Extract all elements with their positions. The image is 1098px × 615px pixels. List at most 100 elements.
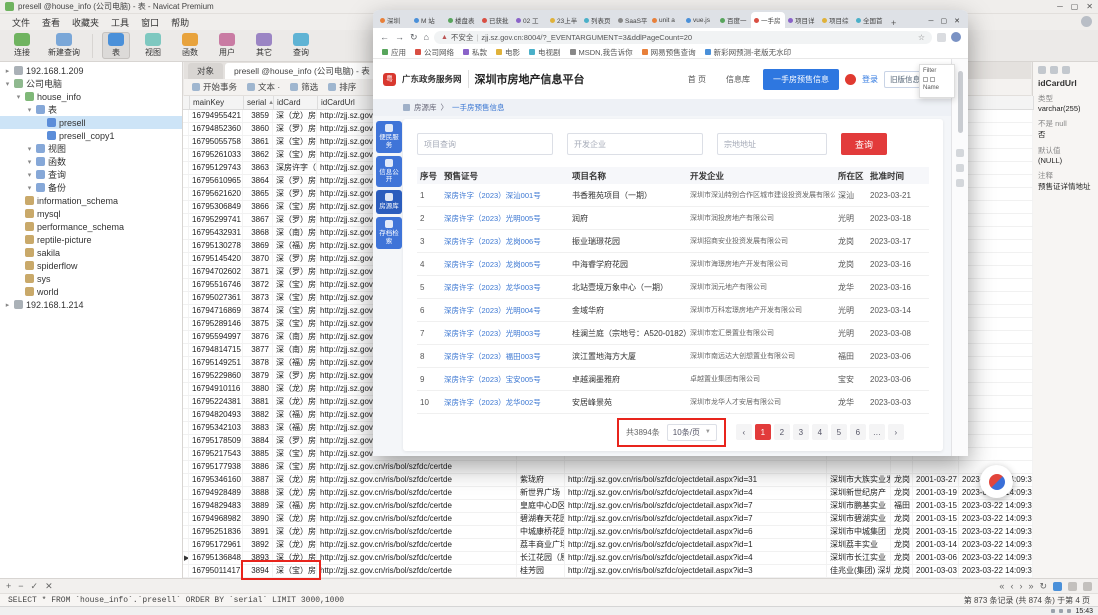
table-toolbar-btn-1[interactable]: 文本 · xyxy=(247,81,280,93)
tree-toggle-icon[interactable]: ▾ xyxy=(26,145,33,153)
menu-item-3[interactable]: 工具 xyxy=(105,15,135,30)
tree-item-8[interactable]: ▾查询 xyxy=(0,168,182,181)
page-6[interactable]: 6 xyxy=(850,424,866,440)
browser-minimize-icon[interactable]: ─ xyxy=(929,18,934,25)
page-5[interactable]: 5 xyxy=(831,424,847,440)
tree-item-9[interactable]: ▾备份 xyxy=(0,181,182,194)
url-text[interactable]: zjj.sz.gov.cn:8004/?_EVENTARGUMENT=3&ddl… xyxy=(481,33,692,42)
tree-item-6[interactable]: ▾视图 xyxy=(0,142,182,155)
permit-row[interactable]: 1深房许字（2023）深汕001号书香雅苑项目（一期）深圳市深汕特别合作区城市建… xyxy=(417,184,929,207)
service-badge-icon[interactable] xyxy=(845,74,856,85)
tree-item-18[interactable]: ▸192.168.1.214 xyxy=(0,298,182,311)
tray-icon[interactable] xyxy=(1067,609,1071,613)
search-input-2[interactable]: 宗地地址 xyxy=(717,133,827,155)
site-nav-1[interactable]: 信息库 xyxy=(719,71,757,88)
page-size-select[interactable]: 10条/页▼ xyxy=(667,424,717,441)
permit-row[interactable]: 10深房许字（2023）龙华002号安居峰景苑深圳市龙华人才安居有限公司龙华20… xyxy=(417,391,929,414)
bookmark-6[interactable]: 网易预售查询 xyxy=(642,47,696,58)
rail-icon[interactable] xyxy=(956,179,964,187)
browser-tab-11[interactable]: 一手房 xyxy=(751,12,785,28)
menu-item-0[interactable]: 文件 xyxy=(6,15,36,30)
grid-header-cell-3[interactable]: idCard xyxy=(274,96,318,109)
tree-item-10[interactable]: information_schema xyxy=(0,194,182,207)
permit-row[interactable]: 9深房许字（2023）宝安005号卓越澜墨雅府卓越置业集团有限公司宝安2023-… xyxy=(417,368,929,391)
toolbar-query[interactable]: 查询 xyxy=(287,32,315,59)
dml-icon[interactable] xyxy=(1050,66,1058,74)
table-row[interactable]: 167952518363891深（龙）房字http://zjj.sz.gov.c… xyxy=(183,526,1033,539)
bookmark-7[interactable]: 新彩网预测-老版无水印 xyxy=(705,47,792,58)
browser-tab-13[interactable]: 项目综 xyxy=(819,12,853,28)
toolbar-new-query[interactable]: 新建查询 xyxy=(45,32,83,59)
toolbar-users[interactable]: 用户 xyxy=(213,32,241,59)
browser-tab-6[interactable]: 列表页 xyxy=(581,12,615,28)
memo-view-icon[interactable] xyxy=(1083,582,1092,591)
tree-toggle-icon[interactable]: ▸ xyxy=(4,67,11,75)
browser-tab-5[interactable]: 23上半 xyxy=(547,12,581,28)
page-prev[interactable]: ‹ xyxy=(736,424,752,440)
tree-toggle-icon[interactable]: ▾ xyxy=(4,80,11,88)
permit-row[interactable]: 6深房许字（2023）光明004号金域华府深圳市万科宏璟房地产开发有限公司光明2… xyxy=(417,299,929,322)
navicat-window-controls[interactable]: ─▢✕ xyxy=(1057,2,1093,11)
site-nav-0[interactable]: 首 页 xyxy=(681,71,713,88)
table-row[interactable]: ▶167951368483893深（龙）房字http://zjj.sz.gov.… xyxy=(183,552,1033,565)
apply-record-icon[interactable]: ✓ xyxy=(31,581,39,592)
tree-item-0[interactable]: ▸192.168.1.209 xyxy=(0,64,182,77)
permit-row[interactable]: 4深房许字（2023）龙岗005号中海睿学府花园深圳市海璟房地产开发有限公司龙岗… xyxy=(417,253,929,276)
toolbar-views[interactable]: 视图 xyxy=(139,32,167,59)
windows-taskbar[interactable]: 15:43 xyxy=(0,606,1098,615)
next-record-icon[interactable]: › xyxy=(1019,581,1022,591)
browser-profile-avatar[interactable] xyxy=(951,32,961,42)
toolbar-others[interactable]: 其它 xyxy=(250,32,278,59)
page-3[interactable]: 3 xyxy=(793,424,809,440)
rail-icon[interactable] xyxy=(956,164,964,172)
tree-item-13[interactable]: reptile-picture xyxy=(0,233,182,246)
checkbox[interactable] xyxy=(930,77,935,82)
browser-tab-7[interactable]: SaaS平 xyxy=(615,12,649,28)
rail-icon[interactable] xyxy=(956,149,964,157)
form-view-icon[interactable] xyxy=(1068,582,1077,591)
close-icon[interactable]: ✕ xyxy=(1086,2,1093,11)
browser-tab-3[interactable]: 已获批 xyxy=(479,12,513,28)
bookmark-star-icon[interactable]: ☆ xyxy=(918,33,925,42)
browser-side-rail[interactable] xyxy=(951,59,968,456)
permit-row[interactable]: 7深房许字（2023）光明003号桂澜兰庭（宗地号：A520-0182）深圳市宏… xyxy=(417,322,929,345)
tree-toggle-icon[interactable]: ▾ xyxy=(26,158,33,166)
breadcrumb-root[interactable]: 房源库 xyxy=(414,102,437,113)
taskbar-clock[interactable]: 15:43 xyxy=(1075,608,1093,615)
search-input-0[interactable]: 项目查询 xyxy=(417,133,553,155)
first-record-icon[interactable]: « xyxy=(999,581,1004,591)
new-tab-button[interactable]: + xyxy=(887,18,900,28)
query-button[interactable]: 查询 xyxy=(841,133,887,155)
forward-icon[interactable]: → xyxy=(395,32,404,43)
table-row[interactable]: 167949689823890深（龙）房字http://zjj.sz.gov.c… xyxy=(183,513,1033,526)
search-input-1[interactable]: 开发企业 xyxy=(567,133,703,155)
tree-item-7[interactable]: ▾函数 xyxy=(0,155,182,168)
floating-assistant-widget[interactable] xyxy=(980,465,1013,498)
tree-item-14[interactable]: sakila xyxy=(0,246,182,259)
navicat-account-avatar[interactable] xyxy=(1081,16,1092,27)
sidebar-tile-1[interactable]: 信息公开 xyxy=(376,156,402,188)
menu-item-4[interactable]: 窗口 xyxy=(135,15,165,30)
page-2[interactable]: 2 xyxy=(774,424,790,440)
tree-toggle-icon[interactable]: ▾ xyxy=(15,93,22,101)
home-icon[interactable]: ⌂ xyxy=(424,32,429,43)
table-row[interactable]: 167949284893888深（龙）房字http://zjj.sz.gov.c… xyxy=(183,487,1033,500)
table-row[interactable]: 167948294833889深（福）房字http://zjj.sz.gov.c… xyxy=(183,500,1033,513)
login-link[interactable]: 登录 xyxy=(862,74,878,85)
table-toolbar-btn-2[interactable]: 筛选 xyxy=(290,81,318,93)
tree-toggle-icon[interactable]: ▾ xyxy=(26,184,33,192)
tree-toggle-icon[interactable]: ▾ xyxy=(26,171,33,179)
browser-maximize-icon[interactable]: ▢ xyxy=(941,17,948,25)
toolbar-connection[interactable]: 连接 xyxy=(8,32,36,59)
bookmark-2[interactable]: 私款 xyxy=(463,47,487,58)
table-toolbar-btn-0[interactable]: 开始事务 xyxy=(192,81,237,93)
tree-toggle-icon[interactable]: ▸ xyxy=(4,301,11,309)
toolbar-functions[interactable]: 函数 xyxy=(176,32,204,59)
panel-tab-icons[interactable] xyxy=(1038,66,1093,74)
tree-item-16[interactable]: sys xyxy=(0,272,182,285)
tree-item-3[interactable]: ▾表 xyxy=(0,103,182,116)
menu-item-1[interactable]: 查看 xyxy=(36,15,66,30)
table-row[interactable]: 167950114173894深（宝）房字http://zjj.sz.gov.c… xyxy=(183,565,1033,578)
table-row[interactable]: 167951779383886深（宝）房字http://zjj.sz.gov.c… xyxy=(183,461,1033,474)
page-4[interactable]: 4 xyxy=(812,424,828,440)
